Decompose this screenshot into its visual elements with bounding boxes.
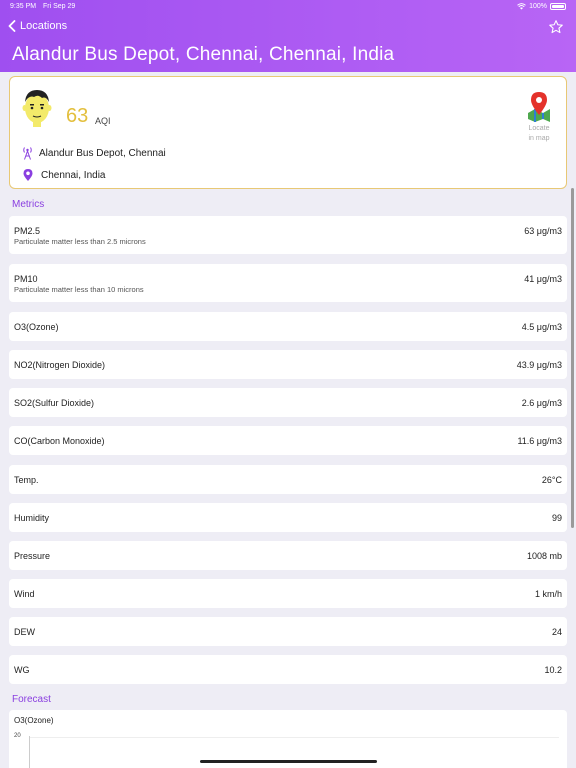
summary-card: 63 AQI Alandur Bus Depot, Chennai Chenna… — [9, 76, 567, 189]
city-name: Chennai, India — [41, 170, 106, 181]
metric-value: 63 μg/m3 — [524, 226, 562, 236]
chevron-left-icon — [8, 20, 16, 32]
metric-value: 2.6 μg/m3 — [521, 398, 562, 408]
metric-row-dew: DEW 24 — [9, 617, 567, 646]
scroll-indicator[interactable] — [571, 188, 574, 528]
battery-icon — [550, 3, 566, 10]
metric-value: 43.9 μg/m3 — [516, 360, 562, 370]
metric-row-wind: Wind 1 km/h — [9, 579, 567, 608]
metric-name: WG — [14, 665, 30, 675]
metric-row-humidity: Humidity 99 — [9, 503, 567, 532]
metric-value: 99 — [551, 513, 562, 523]
metric-row-pm25: PM2.5 Particulate matter less than 2.5 m… — [9, 216, 567, 254]
metrics-section-title: Metrics — [12, 199, 45, 210]
metric-row-co: CO(Carbon Monoxide) 11.6 μg/m3 — [9, 426, 567, 455]
metric-row-no2: NO2(Nitrogen Dioxide) 43.9 μg/m3 — [9, 350, 567, 379]
metric-value: 1 km/h — [534, 589, 562, 599]
back-button[interactable]: Locations — [8, 20, 67, 32]
metric-name: Temp. — [14, 475, 39, 485]
star-outline-icon[interactable] — [548, 19, 564, 35]
metric-name: SO2(Sulfur Dioxide) — [14, 398, 95, 408]
forecast-section-title: Forecast — [12, 694, 51, 705]
metric-row-wg: WG 10.2 — [9, 655, 567, 684]
page-title: Alandur Bus Depot, Chennai, Chennai, Ind… — [12, 44, 395, 65]
wifi-icon — [517, 3, 526, 10]
back-label: Locations — [20, 20, 68, 32]
status-date: Fri Sep 29 — [43, 3, 76, 10]
metric-row-pm10: PM10 Particulate matter less than 10 mic… — [9, 264, 567, 302]
map-pin-icon — [528, 92, 550, 122]
metric-name: O3(Ozone) — [14, 322, 59, 332]
battery-percent: 100% — [529, 3, 547, 10]
metric-description: Particulate matter less than 2.5 microns — [14, 237, 146, 246]
metric-row-so2: SO2(Sulfur Dioxide) 2.6 μg/m3 — [9, 388, 567, 417]
forecast-y-tick: 20 — [14, 733, 21, 739]
metric-row-temp: Temp. 26°C — [9, 465, 567, 494]
map-label-line1: Locate — [528, 125, 550, 132]
station-name: Alandur Bus Depot, Chennai — [39, 148, 166, 159]
status-bar: 9:35 PM Fri Sep 29 100% — [0, 0, 576, 14]
metric-value: 10.2 — [544, 665, 562, 675]
map-label-line2: in map — [528, 135, 550, 142]
status-time: 9:35 PM — [10, 3, 37, 10]
locate-in-map-button[interactable]: Locate in map — [524, 91, 554, 143]
metric-value: 41 μg/m3 — [524, 274, 562, 284]
forecast-chart-label: O3(Ozone) — [14, 716, 54, 725]
metric-name: Pressure — [14, 551, 51, 561]
metric-value: 1008 mb — [526, 551, 562, 561]
header: 9:35 PM Fri Sep 29 100% Locations Alandu… — [0, 0, 576, 72]
aqi-label: AQI — [95, 116, 111, 126]
metric-value: 11.6 μg/m3 — [517, 436, 562, 446]
metric-name: NO2(Nitrogen Dioxide) — [14, 360, 106, 370]
forecast-gridline — [29, 737, 559, 738]
metric-name: Wind — [14, 589, 35, 599]
aqi-value: 63 — [66, 105, 89, 127]
metric-value: 4.5 μg/m3 — [521, 322, 562, 332]
avatar-face-icon — [22, 90, 52, 127]
status-right: 100% — [517, 3, 566, 10]
metric-value: 24 — [551, 627, 562, 637]
location-pin-icon — [23, 169, 33, 181]
home-indicator[interactable] — [200, 760, 377, 763]
metric-name: PM10 — [14, 274, 38, 284]
forecast-y-axis — [29, 736, 30, 768]
metric-row-o3: O3(Ozone) 4.5 μg/m3 — [9, 312, 567, 341]
metric-name: CO(Carbon Monoxide) — [14, 436, 105, 446]
metric-name: Humidity — [14, 513, 50, 523]
antenna-icon — [23, 147, 32, 160]
metric-row-pressure: Pressure 1008 mb — [9, 541, 567, 570]
metric-name: DEW — [14, 627, 35, 637]
metric-name: PM2.5 — [14, 226, 41, 236]
metric-description: Particulate matter less than 10 microns — [14, 285, 144, 294]
metric-value: 26°C — [541, 475, 562, 485]
